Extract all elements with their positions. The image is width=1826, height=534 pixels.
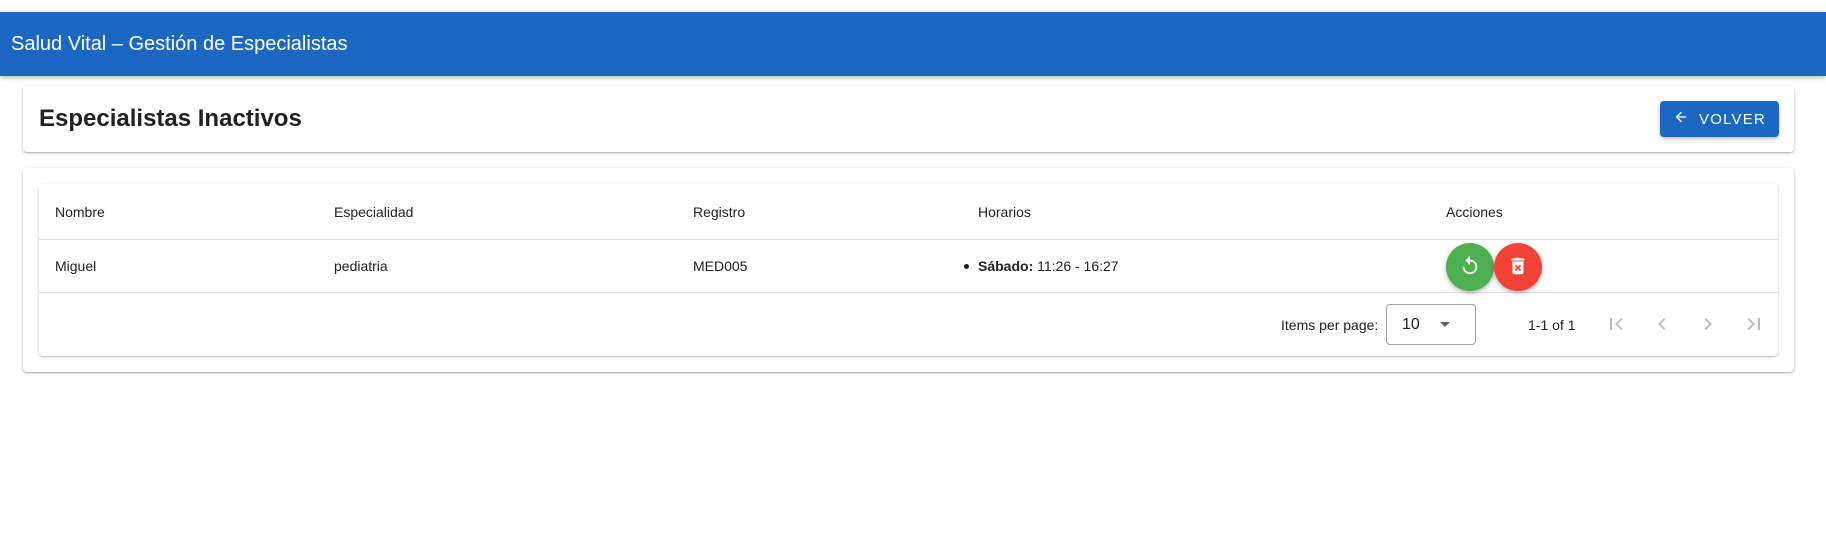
app-title: Salud Vital – Gestión de Especialistas	[11, 32, 348, 55]
items-per-page-value: 10	[1402, 315, 1420, 333]
page-header-card: Especialistas Inactivos Volver	[23, 86, 1794, 152]
items-per-page-select[interactable]: 10	[1386, 304, 1476, 345]
cell-especialidad: pediatria	[334, 258, 388, 274]
items-per-page-label: Items per page:	[1281, 316, 1379, 333]
header-nombre: Nombre	[55, 203, 105, 220]
header-especialidad: Especialidad	[334, 203, 414, 220]
page-title: Especialistas Inactivos	[39, 105, 302, 132]
chevron-right-icon	[1696, 318, 1720, 339]
table-header-row: Nombre Especialidad Registro Horarios Ac…	[39, 184, 1778, 240]
first-page-button[interactable]	[1604, 312, 1628, 336]
restore-icon	[1459, 255, 1481, 280]
header-horarios: Horarios	[978, 203, 1031, 220]
chevron-left-icon	[1650, 318, 1674, 339]
schedule-item: Sábado: 11:26 - 16:27	[964, 258, 1119, 274]
schedule-hours: 11:26 - 16:27	[1033, 258, 1119, 274]
previous-page-button[interactable]	[1650, 312, 1674, 336]
next-page-button[interactable]	[1696, 312, 1720, 336]
dropdown-arrow-icon	[1440, 322, 1450, 327]
table-row: Miguel pediatria MED005 Sábado: 11:26 - …	[39, 240, 1778, 293]
schedule-list: Sábado: 11:26 - 16:27	[964, 258, 1119, 274]
last-page-icon	[1742, 318, 1766, 339]
arrow-back-icon	[1673, 109, 1689, 129]
header-acciones: Acciones	[1446, 203, 1503, 220]
cell-horarios: Sábado: 11:26 - 16:27	[964, 258, 1119, 274]
cell-registro: MED005	[693, 258, 748, 274]
content-card: Nombre Especialidad Registro Horarios Ac…	[23, 168, 1794, 372]
delete-forever-icon	[1507, 255, 1529, 280]
last-page-button[interactable]	[1742, 312, 1766, 336]
page-range-label: 1-1 of 1	[1528, 316, 1576, 333]
cell-nombre: Miguel	[55, 258, 97, 274]
back-button-label: Volver	[1699, 110, 1766, 128]
restore-button[interactable]	[1446, 243, 1494, 291]
first-page-icon	[1604, 318, 1628, 339]
specialists-table: Nombre Especialidad Registro Horarios Ac…	[39, 184, 1778, 356]
paginator: Items per page: 10 1-1 of 1	[39, 293, 1778, 356]
app-toolbar: Salud Vital – Gestión de Especialistas	[0, 12, 1826, 76]
delete-button[interactable]	[1494, 243, 1542, 291]
back-button[interactable]: Volver	[1660, 101, 1779, 137]
row-actions	[1446, 243, 1542, 291]
schedule-day: Sábado:	[978, 258, 1034, 274]
header-registro: Registro	[693, 203, 746, 220]
